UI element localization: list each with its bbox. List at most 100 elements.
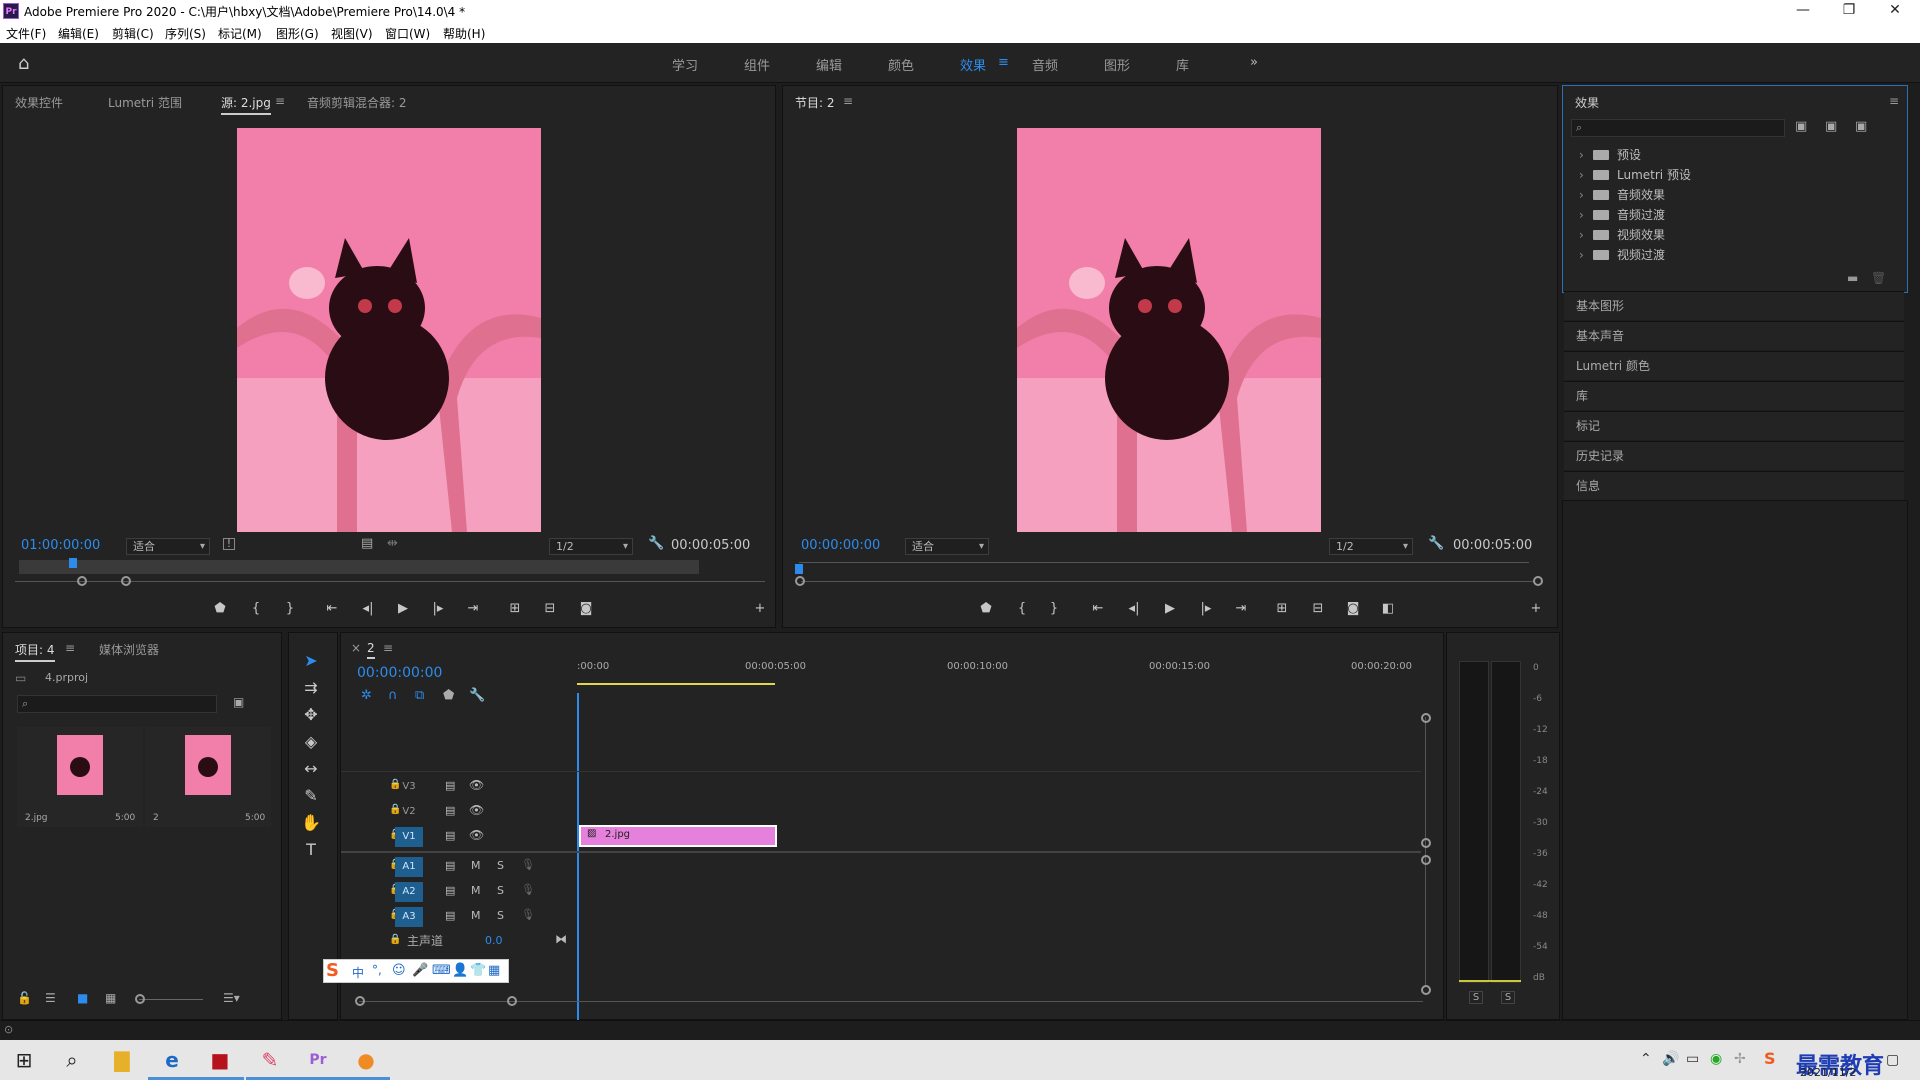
safe-margins-icon[interactable]: !	[223, 538, 235, 550]
timeline-settings-icon[interactable]: 🔧	[469, 688, 485, 703]
effects-folder-video-transitions[interactable]: › 视频过渡	[1579, 246, 1665, 263]
add-marker-icon[interactable]: ⬟	[211, 601, 229, 616]
mute-track-icon[interactable]: M	[471, 859, 481, 872]
ripple-edit-tool-icon[interactable]: ✥	[300, 704, 322, 726]
tab-audio-clip-mixer[interactable]: 音频剪辑混合器: 2	[307, 94, 407, 111]
comparison-view-icon[interactable]: ◧	[1379, 601, 1397, 616]
new-bin-icon[interactable]: ▬	[1847, 271, 1858, 285]
tab-project[interactable]: 项目: 4	[15, 641, 55, 662]
selection-tool-icon[interactable]: ➤	[300, 650, 322, 672]
razor-tool-icon[interactable]: ◈	[300, 731, 322, 753]
sync-lock-icon[interactable]: ▤	[445, 829, 455, 842]
effects-panel-menu-icon[interactable]: ≡	[1889, 94, 1899, 108]
insert-icon[interactable]: ⊞	[506, 601, 524, 616]
button-editor-icon[interactable]: +	[751, 601, 769, 616]
toggle-output-icon[interactable]: 👁	[469, 828, 484, 842]
source-zoom-dropdown[interactable]: 适合	[126, 538, 210, 555]
taskbar-date[interactable]: 2021/11/2	[1800, 1066, 1856, 1079]
hscroll-handle-right[interactable]	[507, 996, 517, 1006]
track-target-v1[interactable]: V1	[395, 827, 423, 847]
drag-audio-icon[interactable]: ⇹	[387, 536, 398, 551]
source-resolution-dropdown[interactable]: 1/2	[549, 538, 633, 555]
program-mark-out-icon[interactable]: }	[1045, 601, 1063, 616]
workspace-editing[interactable]: 编辑	[816, 55, 842, 74]
paint-app-icon[interactable]: ✎	[246, 1040, 294, 1080]
panel-info[interactable]: 信息	[1564, 471, 1904, 500]
menu-marker[interactable]: 标记(M)	[218, 25, 262, 42]
program-zoom-dropdown[interactable]: 适合	[905, 538, 989, 555]
premiere-taskbar-icon[interactable]: Pr	[294, 1040, 342, 1080]
ime-keyboard-icon[interactable]: ⌨	[432, 963, 451, 978]
lock-icon[interactable]: 🔓	[17, 991, 32, 1005]
delete-icon[interactable]: 🗑	[1871, 271, 1886, 285]
slip-tool-icon[interactable]: ↔	[300, 758, 322, 780]
ime-emoji-icon[interactable]: ☺	[392, 963, 406, 978]
ime-tray-icon[interactable]: ✢	[1734, 1051, 1746, 1067]
nest-icon[interactable]: ✲	[361, 688, 372, 703]
track-target-a2[interactable]: A2	[395, 882, 423, 902]
voice-over-record-icon[interactable]: 🎙	[521, 858, 535, 871]
vscroll-handle-mid[interactable]	[1421, 838, 1431, 848]
timeline-playhead[interactable]	[577, 693, 579, 1023]
menu-graphics[interactable]: 图形(G)	[276, 25, 319, 42]
program-go-to-in-icon[interactable]: ⇤	[1089, 601, 1107, 616]
tray-expand-icon[interactable]: ⌃	[1640, 1051, 1652, 1067]
timeline-horizontal-scrollbar[interactable]	[359, 1001, 1423, 1002]
track-target-v2[interactable]: V2	[395, 802, 423, 822]
source-playhead[interactable]	[69, 558, 77, 568]
extract-icon[interactable]: ⊟	[1309, 601, 1327, 616]
voice-over-record-icon[interactable]: 🎙	[521, 883, 535, 896]
master-volume-value[interactable]: 0.0	[485, 934, 503, 947]
panel-markers[interactable]: 标记	[1564, 411, 1904, 440]
hscroll-handle-left[interactable]	[355, 996, 365, 1006]
source-zoom-handle-right[interactable]	[121, 576, 131, 586]
overwrite-icon[interactable]: ⊟	[541, 601, 559, 616]
program-zoom-handle-left[interactable]	[795, 576, 805, 586]
timeline-panel-menu-icon[interactable]: ≡	[383, 641, 393, 655]
linked-selection-icon[interactable]: ⧉	[415, 688, 424, 703]
solo-left-button[interactable]: S	[1469, 991, 1483, 1004]
lift-icon[interactable]: ⊞	[1273, 601, 1291, 616]
close-sequence-icon[interactable]: ×	[351, 641, 361, 655]
project-panel-menu-icon[interactable]: ≡	[65, 641, 75, 655]
go-to-out-icon[interactable]: ⇥	[464, 601, 482, 616]
export-frame-icon[interactable]: ◙	[577, 601, 595, 616]
source-zoom-handle-left[interactable]	[77, 576, 87, 586]
vscroll-handle-bottom[interactable]	[1421, 985, 1431, 995]
yuv-effects-icon[interactable]: ▣	[1855, 119, 1867, 134]
type-tool-icon[interactable]: T	[300, 839, 322, 861]
program-step-forward-icon[interactable]: |▸	[1197, 601, 1215, 616]
menu-sequence[interactable]: 序列(S)	[165, 25, 206, 42]
menu-window[interactable]: 窗口(W)	[385, 25, 430, 42]
effects-search-input[interactable]: ⌕	[1571, 119, 1785, 137]
source-settings-wrench-icon[interactable]: 🔧	[648, 536, 664, 551]
minimize-icon[interactable]: —	[1780, 0, 1826, 22]
voice-over-record-icon[interactable]: 🎙	[521, 908, 535, 921]
effects-folder-audio-transitions[interactable]: › 音频过渡	[1579, 206, 1665, 223]
vscroll-handle-top[interactable]	[1421, 713, 1431, 723]
timeline-ruler[interactable]: :00:00 00:00:05:00 00:00:10:00 00:00:15:…	[577, 657, 1427, 687]
mark-out-icon[interactable]: }	[281, 601, 299, 616]
menu-file[interactable]: 文件(F)	[6, 25, 46, 42]
workspace-audio[interactable]: 音频	[1032, 55, 1058, 74]
file-explorer-icon[interactable]: ▇	[98, 1040, 146, 1080]
drag-video-icon[interactable]: ▤	[361, 536, 373, 551]
thumbnail-size-slider[interactable]	[139, 999, 203, 1000]
list-view-icon[interactable]: ☰	[45, 991, 56, 1005]
freeform-view-icon[interactable]: ▦	[105, 991, 116, 1005]
program-time-ruler[interactable]	[799, 562, 1529, 563]
workspace-graphics[interactable]: 图形	[1104, 55, 1130, 74]
program-play-icon[interactable]: ▶	[1161, 601, 1179, 616]
menu-edit[interactable]: 编辑(E)	[58, 25, 99, 42]
taskbar-search-icon[interactable]: ⌕	[48, 1040, 96, 1080]
workspace-libraries[interactable]: 库	[1176, 55, 1189, 74]
menu-clip[interactable]: 剪辑(C)	[112, 25, 154, 42]
ime-skin-icon[interactable]: 👕	[470, 963, 486, 978]
game-app-icon[interactable]: ●	[342, 1040, 390, 1080]
pen-tool-icon[interactable]: ✎	[300, 785, 322, 807]
sync-lock-icon[interactable]: ▤	[445, 859, 455, 872]
panel-essential-sound[interactable]: 基本声音	[1564, 321, 1904, 350]
windows-start-icon[interactable]: ⊞	[0, 1040, 48, 1080]
thumbnail-size-handle[interactable]	[135, 994, 145, 1004]
program-playhead-timecode[interactable]: 00:00:00:00	[801, 538, 880, 553]
